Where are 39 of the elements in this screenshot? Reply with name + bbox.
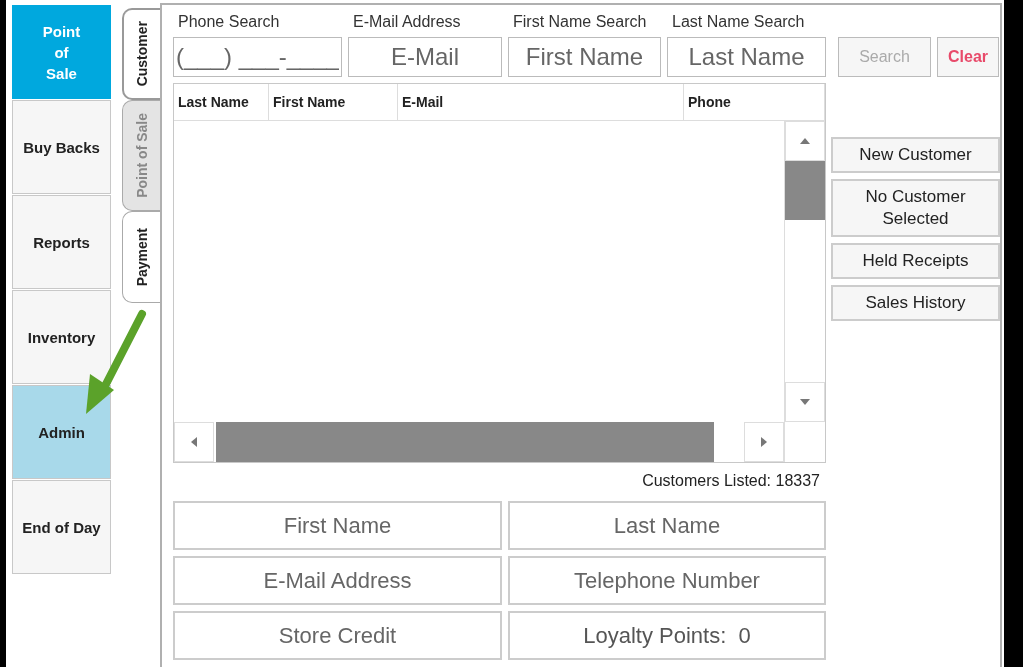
search-field[interactable]: First Name	[508, 37, 661, 77]
action-button[interactable]: Sales History	[831, 285, 1000, 321]
scrollbar-thumb[interactable]	[785, 161, 825, 220]
field-label: E-Mail Address	[352, 13, 462, 31]
triangle-icon	[191, 437, 197, 447]
action-button[interactable]: Held Receipts	[831, 243, 1000, 279]
tab[interactable]: Customer	[122, 8, 160, 100]
triangle-icon	[800, 399, 810, 405]
column-header[interactable]: First Name	[269, 84, 398, 120]
field-label: Phone Search	[177, 13, 281, 31]
scroll-right-button[interactable]	[744, 422, 784, 462]
detail-field[interactable]: E-Mail Address	[173, 556, 502, 605]
column-header[interactable]: Last Name	[174, 84, 269, 120]
field-label: First Name Search	[512, 13, 648, 31]
triangle-icon	[800, 138, 810, 144]
action-button[interactable]: New Customer	[831, 137, 1000, 173]
detail-field[interactable]: Telephone Number	[508, 556, 826, 605]
search-field[interactable]: Last Name	[667, 37, 826, 77]
detail-field[interactable]: Store Credit	[173, 611, 502, 660]
detail-field[interactable]: Last Name	[508, 501, 826, 550]
field-label: Last Name Search	[671, 13, 806, 31]
scroll-left-button[interactable]	[174, 422, 214, 462]
triangle-icon	[761, 437, 767, 447]
scroll-up-button[interactable]	[785, 121, 825, 161]
column-header[interactable]: E-Mail	[398, 84, 684, 120]
nav-button[interactable]: Inventory	[12, 290, 111, 384]
tab[interactable]: Payment	[122, 211, 160, 303]
nav-button[interactable]: End of Day	[12, 480, 111, 574]
nav-button[interactable]: Reports	[12, 195, 111, 289]
column-header[interactable]: Phone	[684, 84, 825, 120]
customer-count: Customers Listed: 18337	[641, 472, 821, 490]
scroll-down-button[interactable]	[785, 382, 825, 422]
nav-button[interactable]: Buy Backs	[12, 100, 111, 194]
loyalty-points: Loyalty Points: 0	[508, 611, 826, 660]
nav-button[interactable]: Admin	[12, 385, 111, 479]
scrollbar-thumb[interactable]	[216, 422, 714, 462]
action-button[interactable]: No Customer Selected	[831, 179, 1000, 237]
detail-field[interactable]: First Name	[173, 501, 502, 550]
search-field[interactable]: E-Mail	[348, 37, 502, 77]
